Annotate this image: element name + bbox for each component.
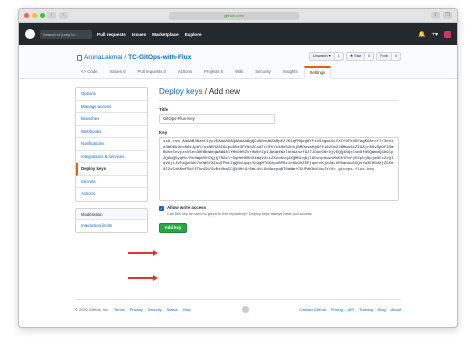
close-window-button[interactable] bbox=[24, 13, 29, 18]
browser-window: ‹ › github.com ⇪ ❐ Search or jump to... … bbox=[18, 8, 458, 328]
tab-issues[interactable]: Issues 0 bbox=[104, 66, 132, 79]
footer-link-terms[interactable]: Terms bbox=[114, 307, 125, 312]
tab-wiki[interactable]: Wiki bbox=[229, 66, 249, 79]
title-label: Title bbox=[159, 107, 169, 112]
tab-actions[interactable]: Actions bbox=[172, 66, 198, 79]
allow-write-access-label[interactable]: Allow write access bbox=[167, 205, 206, 210]
allow-write-access-checkbox[interactable]: ✓ bbox=[159, 205, 164, 211]
fork-button[interactable]: Fork 0 bbox=[376, 52, 401, 61]
breadcrumb-deploy-keys-link[interactable]: Deploy keys bbox=[159, 87, 203, 96]
nav-marketplace[interactable]: Marketplace bbox=[152, 32, 179, 37]
footer-link-contact[interactable]: Contact GitHub bbox=[299, 307, 326, 312]
github-header: Search or jump to... Pull requests Issue… bbox=[19, 23, 457, 45]
footer-link-status[interactable]: Status bbox=[167, 307, 178, 312]
repo-name-link[interactable]: TC-GitOps-with-Flux bbox=[128, 54, 191, 61]
avatar[interactable] bbox=[444, 30, 451, 38]
repo-owner-link[interactable]: ArunaLakmal bbox=[84, 54, 122, 61]
footer-link-help[interactable]: Help bbox=[183, 307, 191, 312]
minimize-window-button[interactable] bbox=[32, 13, 37, 18]
moderation-header: Moderation bbox=[76, 208, 147, 220]
footer: © 2020 GitHub, Inc. Terms Privacy Securi… bbox=[75, 299, 401, 313]
notifications-bell-icon[interactable]: 🔔 bbox=[418, 31, 425, 38]
unwatch-label: Unwatch ▾ bbox=[312, 54, 331, 58]
browser-chrome: ‹ › github.com ⇪ ❐ bbox=[19, 9, 457, 23]
footer-link-training[interactable]: Training bbox=[359, 307, 373, 312]
nav-pull-requests[interactable]: Pull requests bbox=[97, 32, 126, 37]
tab-insights[interactable]: Insights bbox=[277, 66, 304, 79]
tab-projects[interactable]: Projects 0 bbox=[198, 66, 229, 79]
sidebar-item-branches[interactable]: Branches bbox=[76, 113, 147, 126]
window-controls bbox=[24, 13, 45, 18]
repo-header: ArunaLakmal / TC-GitOps-with-Flux Unwatc… bbox=[19, 45, 457, 79]
sidebar-item-deploy-keys[interactable]: Deploy keys bbox=[76, 163, 147, 176]
maximize-window-button[interactable] bbox=[40, 13, 45, 18]
nav-explore[interactable]: Explore bbox=[185, 32, 202, 37]
repo-title: ArunaLakmal / TC-GitOps-with-Flux bbox=[77, 54, 191, 61]
star-button[interactable]: ★ Star 0 bbox=[345, 52, 375, 61]
repo-separator: / bbox=[124, 54, 127, 61]
nav-issues[interactable]: Issues bbox=[132, 32, 146, 37]
footer-copyright: © 2020 GitHub, Inc. bbox=[75, 307, 110, 312]
footer-link-blog[interactable]: Blog bbox=[378, 307, 386, 312]
moderation-menu: Moderation Interaction limits bbox=[75, 207, 148, 233]
deploy-key-form: Deploy keys / Add new Title GitOps-Flux-… bbox=[159, 87, 399, 233]
note-pre: Can this key be used to bbox=[167, 211, 208, 216]
repo-actions: Unwatch ▾ 1 ★ Star 0 Fork 0 bbox=[308, 52, 401, 61]
address-bar[interactable]: github.com bbox=[169, 12, 299, 20]
annotation-arrow-button bbox=[128, 275, 158, 281]
sidebar-item-webhooks[interactable]: Webhooks bbox=[76, 126, 147, 138]
tabs-icon[interactable]: ❐ bbox=[443, 12, 452, 19]
github-logo-icon[interactable] bbox=[25, 29, 35, 39]
tab-code[interactable]: <> Code bbox=[75, 66, 104, 79]
tab-security[interactable]: Security bbox=[249, 66, 277, 79]
sidebar-item-notifications[interactable]: Notifications bbox=[76, 138, 147, 151]
sidebar-item-interaction-limits[interactable]: Interaction limits bbox=[76, 220, 147, 233]
write-access-row: ✓ Allow write access bbox=[159, 205, 399, 211]
footer-link-security[interactable]: Security bbox=[148, 307, 162, 312]
write-access-note: Can this key be used to push to this rep… bbox=[167, 212, 399, 217]
search-input[interactable]: Search or jump to... bbox=[40, 29, 92, 39]
repo-tabs: <> Code Issues 0 Pull requests 0 Actions… bbox=[75, 66, 332, 79]
tab-pull-requests[interactable]: Pull requests 0 bbox=[132, 66, 172, 79]
footer-link-pricing[interactable]: Pricing bbox=[331, 307, 343, 312]
sidebar-item-actions[interactable]: Actions bbox=[76, 188, 147, 201]
footer-link-privacy[interactable]: Privacy bbox=[130, 307, 143, 312]
unwatch-button[interactable]: Unwatch ▾ 1 bbox=[308, 52, 344, 61]
github-footer-logo-icon[interactable] bbox=[241, 306, 249, 313]
sidebar-item-secrets[interactable]: Secrets bbox=[76, 176, 147, 188]
star-label: ★ Star bbox=[349, 54, 362, 58]
sidebar-item-integrations[interactable]: Integrations & services bbox=[76, 151, 147, 163]
fork-count[interactable]: 0 bbox=[390, 53, 397, 60]
footer-link-api[interactable]: API bbox=[348, 307, 354, 312]
create-new-menu[interactable]: +▾ bbox=[431, 31, 438, 38]
tab-settings[interactable]: Settings bbox=[303, 66, 332, 79]
settings-menu: Options Manage access Branches Webhooks … bbox=[75, 87, 148, 202]
annotation-arrow-checkbox bbox=[128, 250, 158, 256]
forward-arrow-icon[interactable]: › bbox=[59, 12, 68, 19]
unwatch-count[interactable]: 1 bbox=[333, 53, 340, 60]
title-input[interactable]: GitOps-Flux-Key bbox=[159, 114, 275, 124]
page-title: Deploy keys / Add new bbox=[159, 87, 399, 101]
star-count[interactable]: 0 bbox=[364, 53, 371, 60]
global-nav: Pull requests Issues Marketplace Explore bbox=[97, 32, 202, 37]
key-textarea[interactable]: ssh-rsa AAAAB3NzaC1yc2EAAAADAQABAAABgQCu… bbox=[159, 137, 399, 201]
sidebar-item-manage-access[interactable]: Manage access bbox=[76, 101, 147, 113]
repo-book-icon bbox=[77, 54, 82, 61]
share-icon[interactable]: ⇪ bbox=[431, 12, 440, 19]
back-arrow-icon[interactable]: ‹ bbox=[47, 12, 56, 19]
add-key-button[interactable]: Add key bbox=[159, 222, 187, 233]
footer-link-about[interactable]: About bbox=[391, 307, 401, 312]
fork-label: Fork bbox=[380, 54, 388, 58]
breadcrumb-current: Add new bbox=[208, 87, 240, 96]
settings-sidebar: Options Manage access Branches Webhooks … bbox=[75, 87, 148, 233]
note-post: to this repository? Deploy keys always h… bbox=[216, 211, 313, 216]
settings-main: Options Manage access Branches Webhooks … bbox=[19, 79, 457, 284]
key-label: Key bbox=[159, 130, 168, 135]
sidebar-item-options[interactable]: Options bbox=[76, 88, 147, 101]
note-code: push bbox=[207, 212, 217, 217]
